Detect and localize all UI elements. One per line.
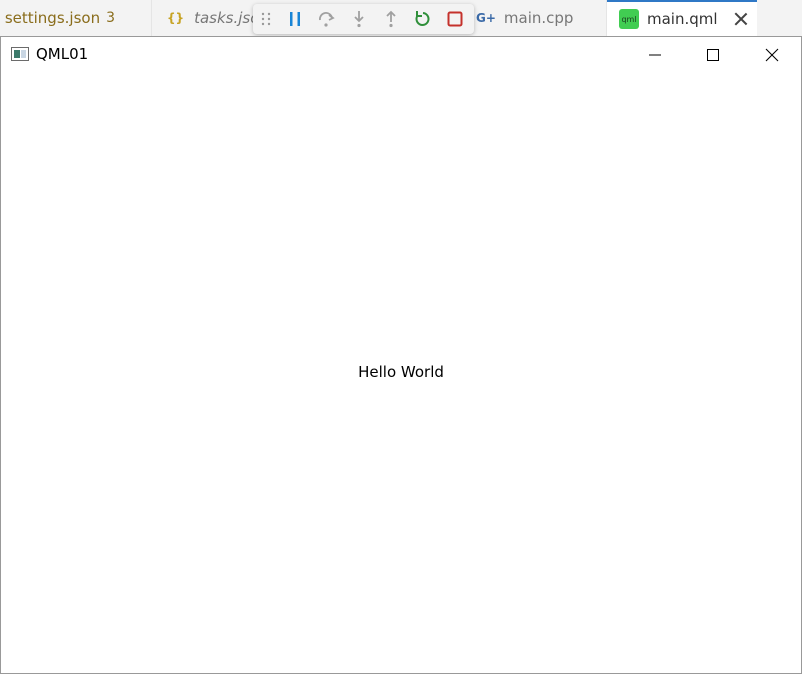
braces-icon: {} — [167, 11, 185, 25]
debug-toolbar — [253, 4, 474, 34]
cpp-icon: G+ — [476, 11, 496, 25]
restart-icon[interactable] — [407, 4, 439, 34]
step-over-icon[interactable] — [311, 4, 343, 34]
tab-main-cpp[interactable]: G+ main.cpp — [474, 0, 607, 36]
stop-icon[interactable] — [439, 4, 471, 34]
hello-text: Hello World — [358, 363, 444, 381]
minimize-button[interactable] — [626, 37, 684, 73]
title-bar[interactable]: QML01 — [1, 37, 801, 73]
step-into-icon[interactable] — [343, 4, 375, 34]
tab-tasks-json[interactable]: {} tasks.json — [153, 0, 269, 36]
qml-icon: qml — [619, 9, 639, 29]
pause-icon[interactable] — [279, 4, 311, 34]
tab-label: settings.json — [4, 9, 101, 27]
maximize-button[interactable] — [684, 37, 742, 73]
app-icon — [11, 47, 29, 61]
window-title: QML01 — [36, 45, 89, 63]
grip-icon[interactable] — [253, 4, 279, 34]
close-icon — [765, 48, 779, 62]
minimize-icon — [649, 54, 661, 56]
tab-label: main.cpp — [503, 9, 574, 27]
close-window-button[interactable] — [743, 37, 801, 73]
problem-count-badge: 3 — [106, 10, 116, 26]
tab-label: main.qml — [647, 10, 718, 28]
step-out-icon[interactable] — [375, 4, 407, 34]
maximize-icon — [707, 49, 719, 61]
tab-main-qml[interactable]: qml main.qml — [607, 0, 757, 36]
json-icon: ⁝ — [0, 11, 1, 25]
window-content: Hello World — [1, 73, 801, 673]
app-window: QML01 Hello World — [0, 36, 802, 674]
tab-settings-json[interactable]: ⁝ settings.json 3 — [0, 0, 152, 36]
close-icon[interactable] — [733, 11, 749, 27]
